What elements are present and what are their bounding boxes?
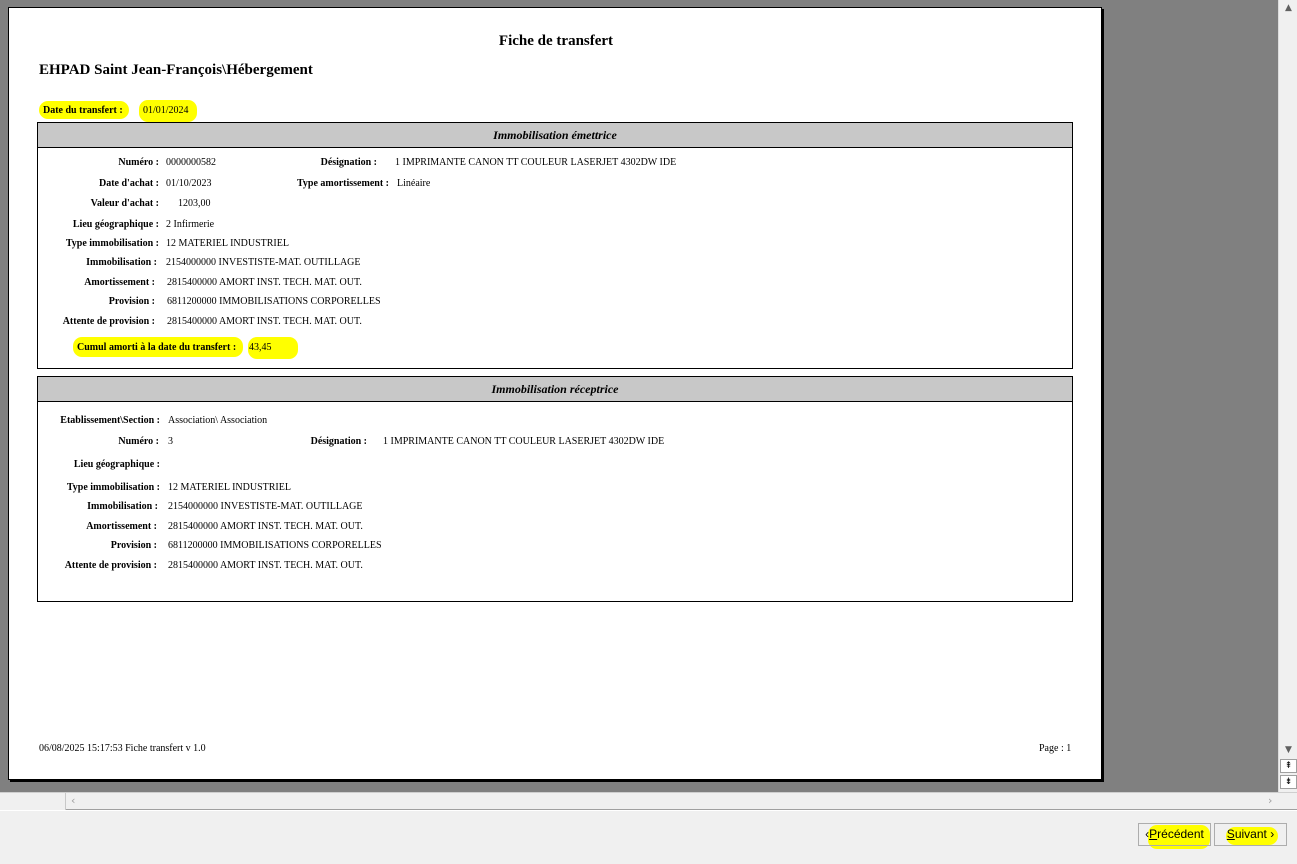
recv-asset-type-label: Type immobilisation : bbox=[66, 482, 160, 493]
asset-account-value: 2154000000 INVESTISTE-MAT. OUTILLAGE bbox=[166, 257, 361, 268]
scroll-up-icon[interactable]: ▲ bbox=[1280, 0, 1297, 16]
scrollbar-spacer bbox=[0, 793, 66, 810]
numero-label: Numéro : bbox=[118, 157, 159, 168]
transfer-date-label: Date du transfert : bbox=[43, 105, 123, 116]
location-label: Lieu géographique : bbox=[72, 219, 159, 230]
recv-depreciation-account-value: 2815400000 AMORT INST. TECH. MAT. OUT. bbox=[168, 521, 363, 532]
scroll-left-icon[interactable]: ‹ bbox=[71, 794, 75, 807]
purchase-date-value: 01/10/2023 bbox=[166, 178, 212, 189]
pending-provision-label: Attente de provision : bbox=[62, 316, 155, 327]
cumulative-depreciation-value: 43,45 bbox=[249, 342, 272, 353]
provision-label: Provision : bbox=[108, 296, 155, 307]
establishment-section-label: Etablissement\Section : bbox=[60, 415, 160, 426]
transfer-date-value: 01/01/2024 bbox=[143, 105, 189, 116]
previous-label: récédent bbox=[1157, 827, 1204, 841]
purchase-date-label: Date d'achat : bbox=[99, 178, 159, 189]
recv-pending-provision-label: Attente de provision : bbox=[64, 560, 157, 571]
recv-designation-value: 1 IMPRIMANTE CANON TT COULEUR LASERJET 4… bbox=[383, 436, 665, 447]
next-button[interactable]: Suivant › bbox=[1214, 823, 1287, 846]
scroll-right-icon[interactable]: › bbox=[1268, 794, 1272, 807]
scroll-down-icon[interactable]: ▼ bbox=[1280, 742, 1297, 758]
page-number: Page : 1 bbox=[1039, 743, 1072, 754]
establishment-section-value: Association\ Association bbox=[168, 415, 268, 426]
page-down-icon[interactable]: ⇟ bbox=[1280, 775, 1297, 789]
report-title: Fiche de transfert bbox=[498, 33, 614, 49]
report-page: Fiche de transfert EHPAD Saint Jean-Fran… bbox=[8, 7, 1102, 780]
previous-hotkey: P bbox=[1149, 827, 1158, 841]
next-label: uivant bbox=[1234, 827, 1267, 841]
horizontal-scrollbar[interactable]: ‹ › bbox=[0, 792, 1297, 810]
depreciation-account-value: 2815400000 AMORT INST. TECH. MAT. OUT. bbox=[167, 277, 362, 288]
recv-depreciation-account-label: Amortissement : bbox=[86, 521, 157, 532]
recv-asset-type-value: 12 MATERIEL INDUSTRIEL bbox=[168, 482, 291, 493]
asset-type-label: Type immobilisation : bbox=[65, 238, 159, 249]
purchase-value-label: Valeur d'achat : bbox=[90, 198, 159, 209]
cumulative-depreciation-label: Cumul amorti à la date du transfert : bbox=[77, 342, 237, 353]
chevron-right-icon: › bbox=[1270, 827, 1275, 841]
depreciation-account-label: Amortissement : bbox=[84, 277, 155, 288]
page-up-icon[interactable]: ⇞ bbox=[1280, 759, 1297, 773]
asset-account-label: Immobilisation : bbox=[86, 257, 157, 268]
recv-provision-value: 6811200000 IMMOBILISATIONS CORPORELLES bbox=[168, 540, 382, 551]
report-timestamp: 06/08/2025 15:17:53 Fiche transfert v 1.… bbox=[39, 743, 206, 754]
location-value: 2 Infirmerie bbox=[166, 219, 215, 230]
purchase-value: 1203,00 bbox=[178, 198, 211, 209]
designation-value: 1 IMPRIMANTE CANON TT COULEUR LASERJET 4… bbox=[395, 157, 677, 168]
recv-numero-value: 3 bbox=[168, 436, 173, 447]
previous-button[interactable]: ‹Précédent bbox=[1138, 823, 1211, 846]
depreciation-type-label: Type amortissement : bbox=[296, 178, 389, 189]
emitting-asset-header: Immobilisation émettrice bbox=[38, 123, 1072, 148]
provision-value: 6811200000 IMMOBILISATIONS CORPORELLES bbox=[167, 296, 381, 307]
recv-designation-label: Désignation : bbox=[310, 436, 367, 447]
recv-asset-account-label: Immobilisation : bbox=[87, 501, 158, 512]
navigation-bar: ‹Précédent Suivant › bbox=[0, 810, 1297, 864]
vertical-scrollbar[interactable]: ▲ ▼ ⇞ ⇟ bbox=[1278, 0, 1297, 792]
recv-pending-provision-value: 2815400000 AMORT INST. TECH. MAT. OUT. bbox=[168, 560, 363, 571]
recv-location-label: Lieu géographique : bbox=[73, 459, 160, 470]
report-viewer: Fiche de transfert EHPAD Saint Jean-Fran… bbox=[0, 0, 1278, 792]
pending-provision-value: 2815400000 AMORT INST. TECH. MAT. OUT. bbox=[167, 316, 362, 327]
numero-value: 0000000582 bbox=[166, 157, 216, 168]
recv-numero-label: Numéro : bbox=[118, 436, 159, 447]
asset-type-value: 12 MATERIEL INDUSTRIEL bbox=[166, 238, 289, 249]
designation-label: Désignation : bbox=[320, 157, 377, 168]
depreciation-type-value: Linéaire bbox=[397, 178, 431, 189]
next-hotkey: S bbox=[1226, 827, 1235, 841]
recv-provision-label: Provision : bbox=[110, 540, 157, 551]
establishment-title: EHPAD Saint Jean-François\Hébergement bbox=[39, 62, 313, 78]
receiving-asset-header: Immobilisation réceptrice bbox=[38, 377, 1072, 402]
recv-asset-account-value: 2154000000 INVESTISTE-MAT. OUTILLAGE bbox=[168, 501, 363, 512]
